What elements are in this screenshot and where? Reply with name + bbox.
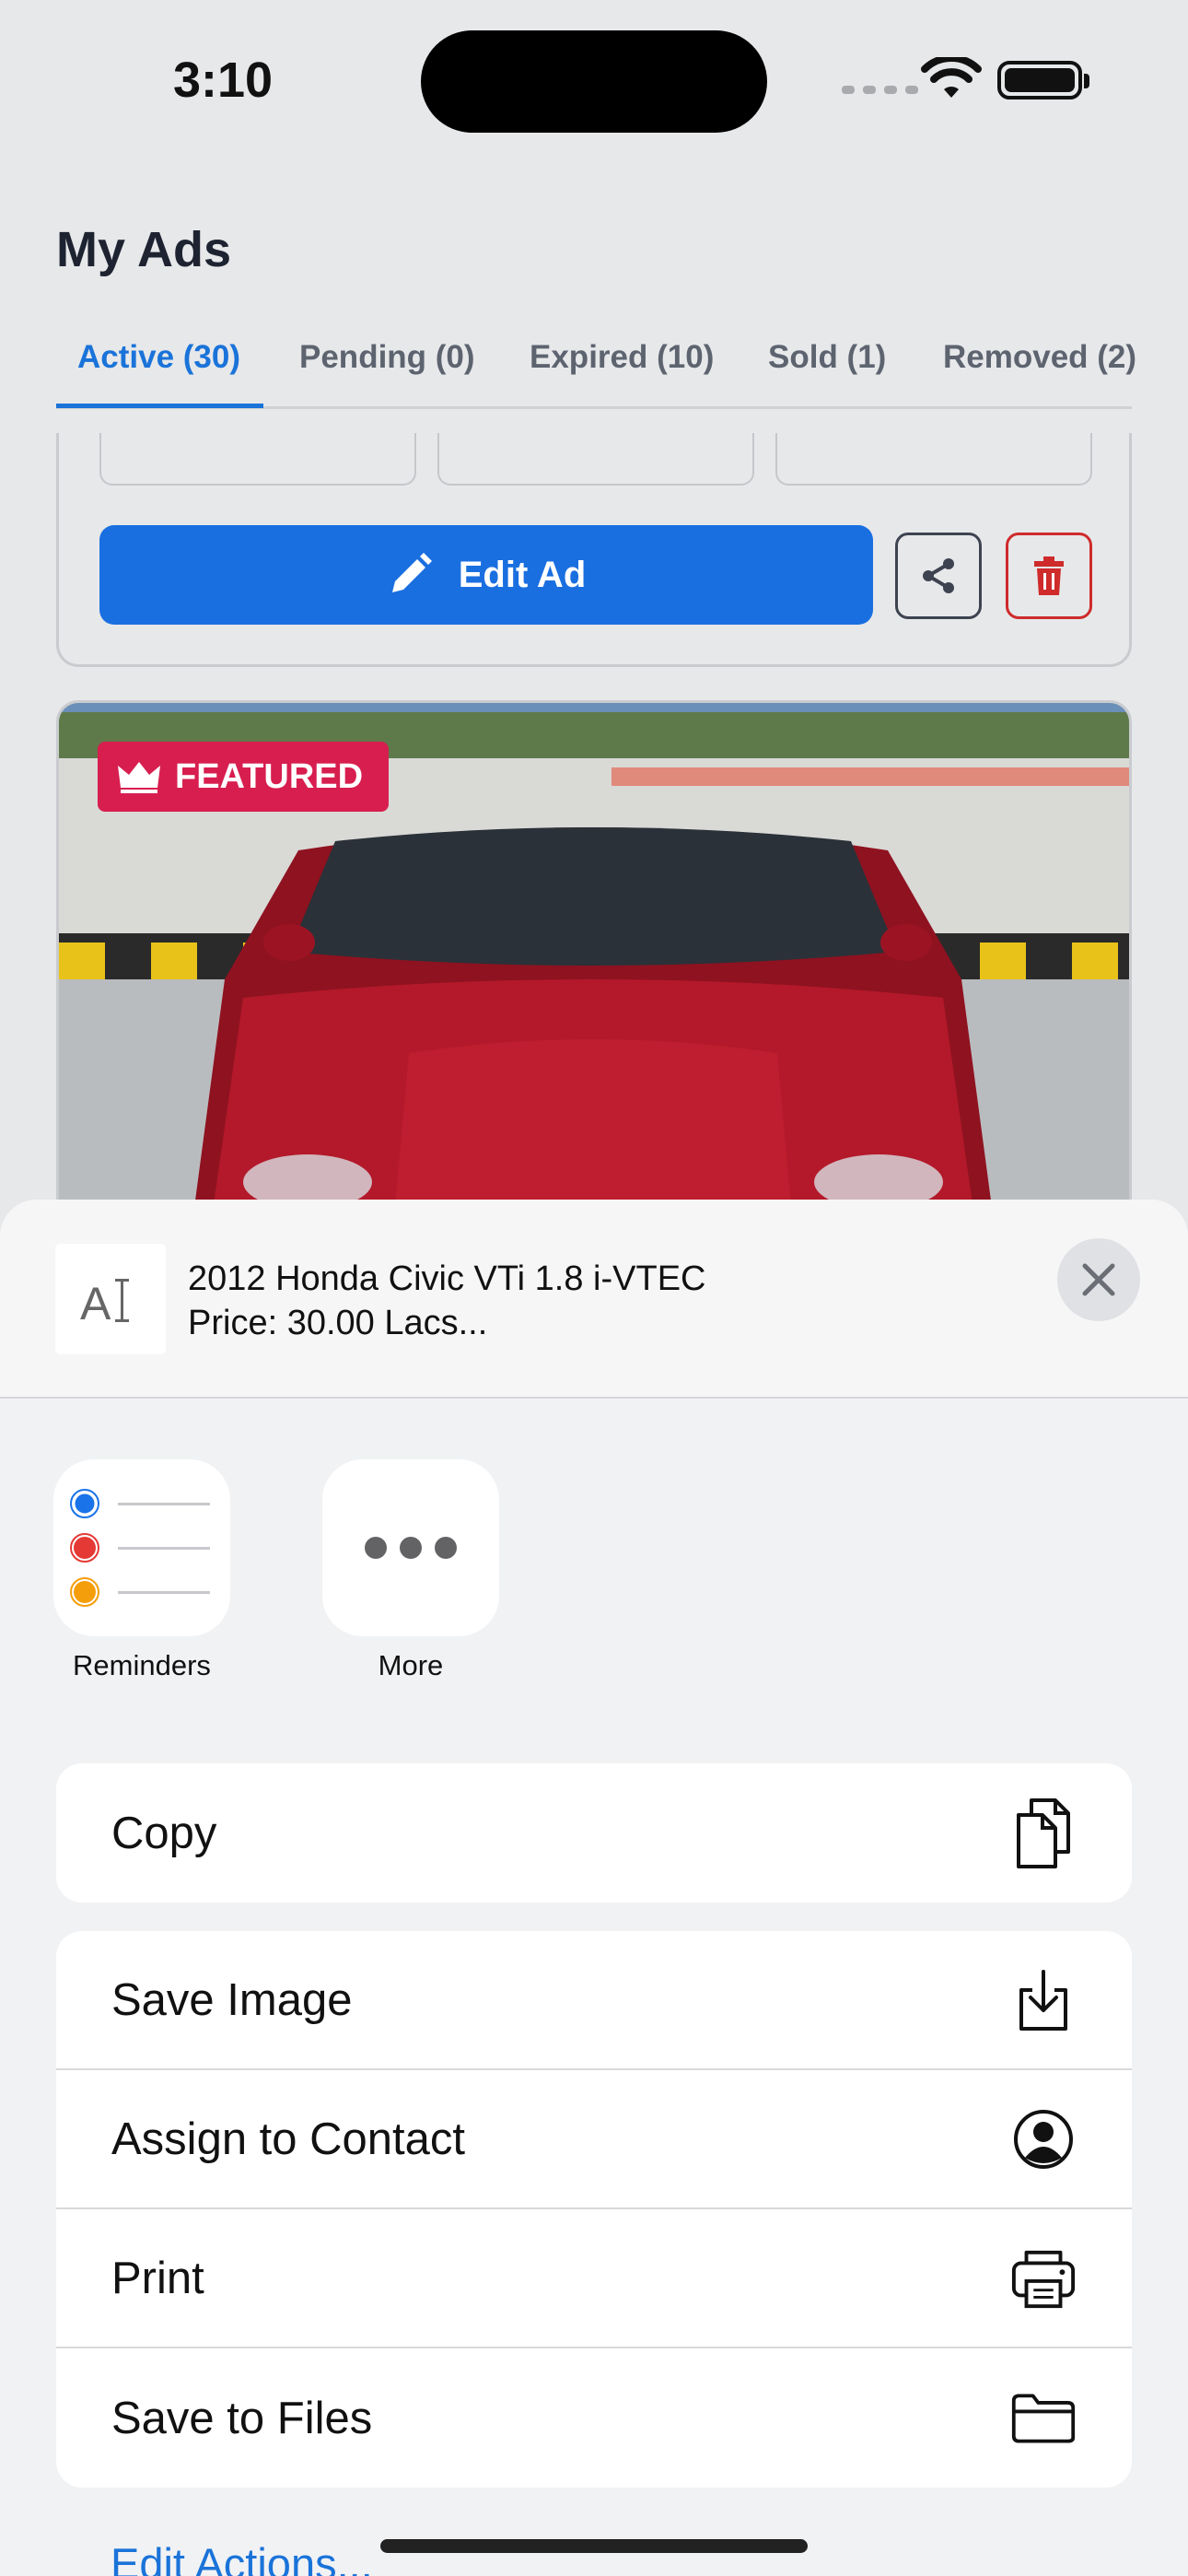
copy-action[interactable]: Copy bbox=[56, 1763, 1132, 1903]
home-indicator[interactable] bbox=[380, 2539, 808, 2553]
reminders-label: Reminders bbox=[73, 1649, 211, 1681]
download-icon bbox=[1010, 1967, 1077, 2033]
close-button[interactable] bbox=[1057, 1238, 1140, 1321]
featured-label: FEATURED bbox=[175, 756, 364, 796]
reminders-app-button[interactable] bbox=[53, 1459, 230, 1636]
preview-line-2: Price: 30.00 Lacs... bbox=[188, 1304, 488, 1342]
share-preview-text: 2012 Honda Civic VTi 1.8 i-VTEC Price: 3… bbox=[188, 1257, 706, 1345]
page-title: My Ads bbox=[56, 222, 232, 277]
dynamic-island bbox=[421, 30, 767, 133]
crown-icon bbox=[118, 762, 160, 793]
contact-icon bbox=[1010, 2106, 1077, 2172]
print-label: Print bbox=[111, 2253, 204, 2303]
assign-to-contact-label: Assign to Contact bbox=[111, 2113, 466, 2164]
edit-ad-label: Edit Ad bbox=[458, 554, 587, 595]
battery-icon bbox=[997, 61, 1089, 100]
share-button[interactable] bbox=[895, 533, 982, 619]
tab-bar: Active (30) Pending (0) Expired (10) Sol… bbox=[56, 332, 1136, 409]
cellular-signal-icon bbox=[842, 86, 918, 94]
delete-button[interactable] bbox=[1006, 533, 1092, 619]
reminders-icon bbox=[70, 1489, 210, 1607]
trash-icon bbox=[1034, 556, 1064, 595]
save-to-files-label: Save to Files bbox=[111, 2393, 373, 2443]
active-tab-indicator bbox=[56, 404, 263, 408]
tab-expired[interactable]: Expired (10) bbox=[530, 339, 714, 376]
preview-line-1: 2012 Honda Civic VTi 1.8 i-VTEC bbox=[188, 1259, 706, 1298]
edit-actions-link[interactable]: Edit Actions... bbox=[111, 2538, 373, 2576]
svg-text:A: A bbox=[80, 1278, 111, 1327]
share-sheet-header: A 2012 Honda Civic VTi 1.8 i-VTEC Price:… bbox=[0, 1200, 1188, 1399]
save-to-files-action[interactable]: Save to Files bbox=[56, 2348, 1132, 2488]
more-label: More bbox=[378, 1649, 444, 1681]
action-group-copy: Copy bbox=[56, 1763, 1132, 1903]
stat-box bbox=[775, 433, 1092, 486]
more-apps-button[interactable] bbox=[322, 1459, 499, 1636]
tab-pending[interactable]: Pending (0) bbox=[299, 339, 475, 376]
tab-removed[interactable]: Removed (2) bbox=[943, 339, 1136, 376]
share-sheet: A 2012 Honda Civic VTi 1.8 i-VTEC Price:… bbox=[0, 1200, 1188, 2576]
text-preview-icon: A bbox=[55, 1244, 166, 1354]
more-icon bbox=[365, 1537, 457, 1559]
status-time: 3:10 bbox=[173, 53, 274, 108]
save-image-action[interactable]: Save Image bbox=[56, 1931, 1132, 2070]
wifi-icon bbox=[921, 57, 982, 98]
edit-ad-button[interactable]: Edit Ad bbox=[99, 525, 873, 625]
print-action[interactable]: Print bbox=[56, 2209, 1132, 2348]
featured-badge: FEATURED bbox=[98, 742, 390, 812]
tab-sold[interactable]: Sold (1) bbox=[768, 339, 886, 376]
copy-icon bbox=[1010, 1797, 1077, 1868]
save-image-label: Save Image bbox=[111, 1974, 353, 2025]
copy-label: Copy bbox=[111, 1808, 217, 1858]
stat-box bbox=[99, 433, 416, 486]
share-icon bbox=[923, 558, 954, 593]
tab-active[interactable]: Active (30) bbox=[77, 339, 240, 376]
pencil-icon bbox=[391, 553, 432, 592]
assign-to-contact-action[interactable]: Assign to Contact bbox=[56, 2070, 1132, 2209]
folder-icon bbox=[1010, 2385, 1077, 2452]
action-group-main: Save Image Assign to Contact Print Save … bbox=[56, 1931, 1132, 2488]
close-icon bbox=[1082, 1263, 1115, 1296]
ad-card: Edit Ad bbox=[56, 433, 1132, 667]
ad-card-featured[interactable]: FEATURED bbox=[56, 700, 1132, 1253]
screen: 3:10 My Ads Active (30) Pending (0) Expi… bbox=[0, 0, 1188, 2576]
printer-icon bbox=[1010, 2245, 1077, 2312]
stat-box bbox=[437, 433, 754, 486]
